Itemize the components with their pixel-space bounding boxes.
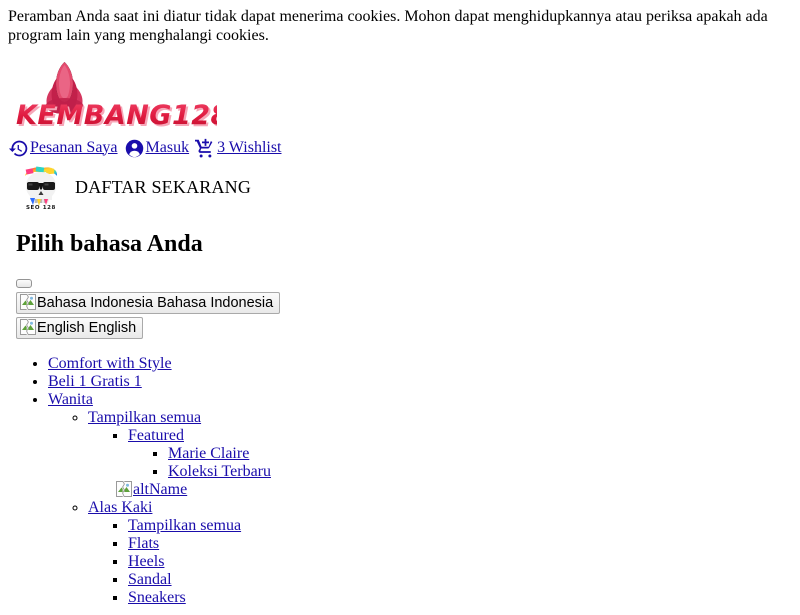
submenu-tampilkan-semua: Featured Marie Claire Koleksi Terbaru <box>88 427 792 481</box>
language-option-english[interactable]: English English <box>16 317 144 340</box>
utility-nav: Pesanan Saya Masuk 3 Wishlist <box>8 138 792 159</box>
menu-link-sneakers[interactable]: Sneakers <box>128 589 186 606</box>
utility-nav-item-masuk[interactable]: Masuk <box>124 138 190 159</box>
submenu-alas-kaki: Tampilkan semua Flats Heels Sandal Sneak <box>88 517 792 607</box>
menu-item-tampilkan-semua-wanita[interactable]: Tampilkan semua Featured Marie Claire Ko… <box>88 409 792 499</box>
language-heading: Pilih bahasa Anda <box>16 230 203 257</box>
main-menu: Comfort with Style Beli 1 Gratis 1 Wanit… <box>8 355 792 607</box>
page-root: Peramban Anda saat ini diatur tidak dapa… <box>0 0 800 615</box>
menu-item-featured[interactable]: Featured Marie Claire Koleksi Terbaru <box>128 427 792 481</box>
menu-item-beli-1-gratis-1[interactable]: Beli 1 Gratis 1 <box>48 373 792 391</box>
add-shopping-cart-icon <box>195 138 216 159</box>
language-toggle-button[interactable] <box>16 279 32 289</box>
menu-item-sandal[interactable]: Sandal <box>128 571 792 589</box>
seo-128-skull-icon[interactable]: SEO 128 <box>16 165 66 210</box>
menu-link-featured[interactable]: Featured <box>128 427 184 444</box>
menu-link-comfort-with-style[interactable]: Comfort with Style <box>48 355 172 372</box>
menu-item-flats[interactable]: Flats <box>128 535 792 553</box>
svg-text:KEMBANG128: KEMBANG128 <box>16 100 217 130</box>
site-logo-block: KEMBANG128 KEMBANG128 <box>8 52 792 136</box>
site-logo-link[interactable]: KEMBANG128 KEMBANG128 <box>12 52 217 130</box>
menu-item-wanita[interactable]: Wanita Tampilkan semua Featured Marie Cl… <box>48 391 792 607</box>
history-icon <box>8 138 29 159</box>
menu-link-tampilkan-semua-alas-kaki[interactable]: Tampilkan semua <box>128 517 241 534</box>
register-row: SEO 128 DAFTAR SEKARANG <box>8 165 792 210</box>
submenu-wanita: Tampilkan semua Featured Marie Claire Ko… <box>48 409 792 607</box>
broken-image-icon <box>116 481 132 498</box>
utility-nav-label-pesanan-saya[interactable]: Pesanan Saya <box>30 139 118 156</box>
menu-link-tampilkan-semua-wanita[interactable]: Tampilkan semua <box>88 409 201 426</box>
footwear-image-alt-text: altName <box>133 481 188 499</box>
footwear-image-row[interactable]: altName <box>116 481 792 499</box>
menu-link-flats[interactable]: Flats <box>128 535 159 552</box>
menu-item-koleksi-terbaru[interactable]: Koleksi Terbaru <box>168 463 792 481</box>
language-controls: Bahasa Indonesia Bahasa Indonesia Englis… <box>16 279 792 340</box>
menu-link-beli-1-gratis-1[interactable]: Beli 1 Gratis 1 <box>48 373 142 390</box>
seo-badge-caption: SEO 128 <box>26 205 56 210</box>
seo-128-skull-glyph: SEO 128 <box>25 166 58 210</box>
utility-nav-item-wishlist[interactable]: 3 Wishlist <box>195 138 282 159</box>
account-circle-icon <box>124 138 145 159</box>
submenu-footwear-group: altName <box>88 481 792 499</box>
utility-nav-item-pesanan-saya[interactable]: Pesanan Saya <box>8 138 118 159</box>
menu-link-sandal[interactable]: Sandal <box>128 571 172 588</box>
menu-link-marie-claire[interactable]: Marie Claire <box>168 445 249 462</box>
menu-link-heels[interactable]: Heels <box>128 553 164 570</box>
menu-item-comfort-with-style[interactable]: Comfort with Style <box>48 355 792 373</box>
language-option-bahasa-indonesia[interactable]: Bahasa Indonesia Bahasa Indonesia <box>16 292 281 315</box>
menu-item-sneakers[interactable]: Sneakers <box>128 589 792 607</box>
menu-item-tampilkan-semua-alas-kaki[interactable]: Tampilkan semua <box>128 517 792 535</box>
footwear-image-link[interactable]: altName <box>116 481 187 499</box>
utility-nav-label-masuk[interactable]: Masuk <box>146 139 190 156</box>
menu-link-koleksi-terbaru[interactable]: Koleksi Terbaru <box>168 463 271 480</box>
broken-image-icon <box>20 319 36 336</box>
cookie-notice: Peramban Anda saat ini diatur tidak dapa… <box>8 8 768 44</box>
language-option-label-en: English English <box>37 320 137 337</box>
menu-item-heels[interactable]: Heels <box>128 553 792 571</box>
kembang128-logo-icon: KEMBANG128 KEMBANG128 <box>16 61 217 130</box>
submenu-featured: Marie Claire Koleksi Terbaru <box>128 445 792 481</box>
menu-link-wanita[interactable]: Wanita <box>48 391 93 408</box>
menu-item-alas-kaki[interactable]: Alas Kaki Tampilkan semua Flats Heels Sa… <box>88 499 792 607</box>
menu-item-marie-claire[interactable]: Marie Claire <box>168 445 792 463</box>
broken-image-icon <box>20 294 36 311</box>
utility-nav-label-wishlist[interactable]: 3 Wishlist <box>217 139 281 156</box>
language-option-label-id: Bahasa Indonesia Bahasa Indonesia <box>37 295 274 312</box>
register-now-label: DAFTAR SEKARANG <box>75 176 252 197</box>
menu-link-alas-kaki[interactable]: Alas Kaki <box>88 499 152 516</box>
